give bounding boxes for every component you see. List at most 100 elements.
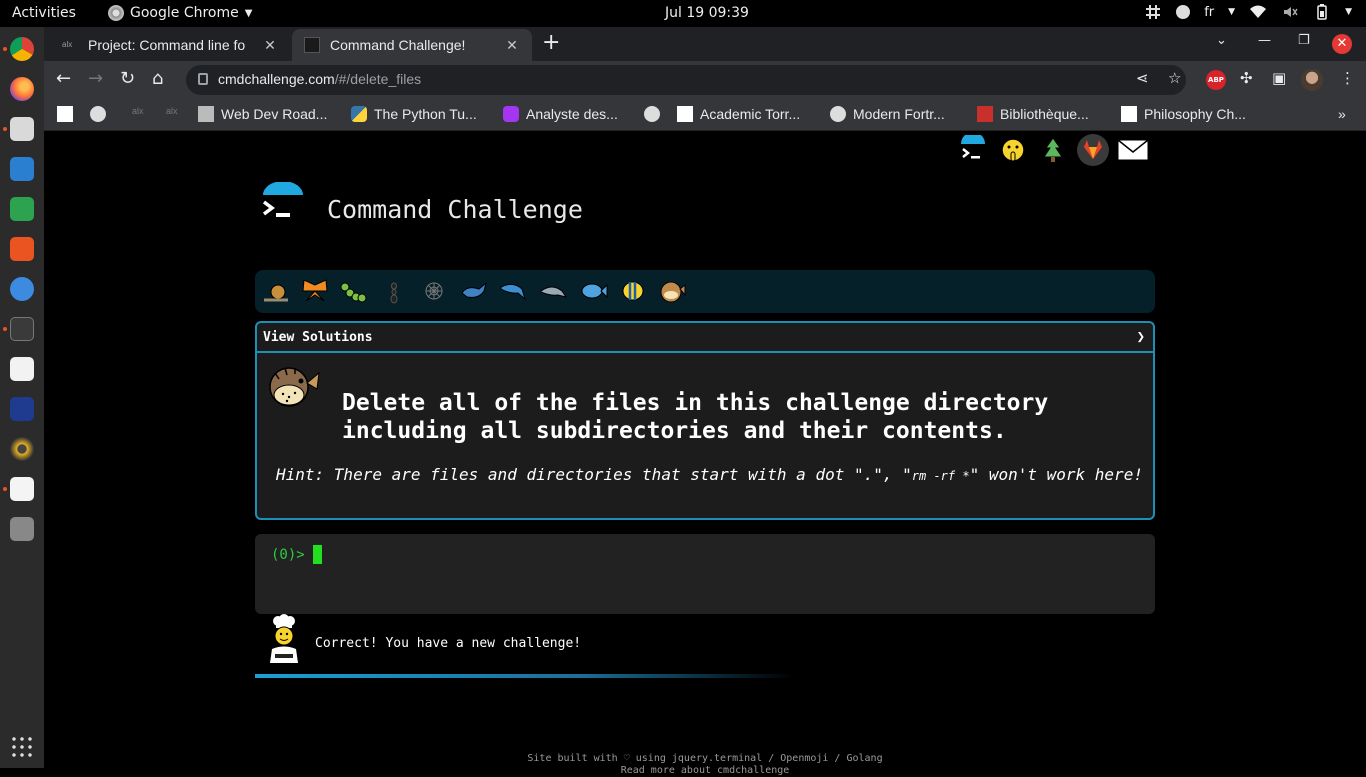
adblock-plus-icon[interactable]: ABP [1206,70,1226,90]
blowfish-icon [269,367,320,407]
bookmark-star-icon[interactable]: ☆ [1168,69,1181,87]
side-panel-icon[interactable]: ▣ [1272,69,1286,87]
url-text[interactable]: cmdchallenge.com/#/delete_files [218,71,421,87]
calc-dock-icon[interactable] [10,197,34,221]
new-tab-button[interactable]: + [542,32,560,54]
bookmark-globe[interactable] [644,106,660,122]
help-dock-icon[interactable] [10,277,34,301]
fish-icon[interactable] [578,277,608,305]
alx-shortcut-icon[interactable]: alx [132,106,144,116]
chevron-right-icon: ❯ [1136,329,1145,345]
volume-icon[interactable] [1281,4,1299,20]
challenge-line-1: Delete all of the files in this challeng… [342,390,1049,416]
footer-read-more-link[interactable]: Read more about cmdchallenge [44,765,1366,777]
files-dock-icon[interactable] [10,117,34,141]
torrent-icon [677,106,693,122]
forward-icon[interactable]: → [88,69,103,89]
bookmark-bibliotheque[interactable]: Bibliothèque... [977,106,1089,122]
minimize-icon[interactable]: — [1258,33,1271,48]
clock[interactable]: Jul 19 09:39 [665,5,749,21]
profile-avatar[interactable] [1301,69,1323,91]
menu-kebab-icon[interactable]: ⋮ [1340,69,1355,87]
page-content: Command Challenge View Solutions ❯ Delet… [44,132,1366,776]
home-icon[interactable]: ⌂ [152,69,163,89]
caterpillar-icon[interactable] [339,277,369,305]
footer-credits[interactable]: Site built with ♡ using jquery.terminal … [44,753,1366,765]
keyboard-layout[interactable]: fr [1204,5,1214,20]
globe-shortcut-icon[interactable] [90,106,106,122]
progress-bar [255,674,795,678]
activities-button[interactable]: Activities [12,5,76,21]
whale-icon[interactable] [459,277,489,305]
tab-title: Project: Command line fo [88,37,246,53]
battery-icon[interactable] [1313,4,1331,20]
butterfly-icon[interactable] [300,277,330,305]
close-icon[interactable]: ✕ [504,37,520,54]
terminal-link-icon[interactable] [957,134,989,166]
writer-dock-icon[interactable] [10,157,34,181]
snail-icon[interactable] [261,277,291,305]
tree-icon[interactable] [1037,134,1069,166]
show-apps-icon[interactable] [10,735,34,759]
close-icon[interactable]: ✕ [262,37,278,54]
bookmark-academic-torrents[interactable]: Academic Torr... [677,106,800,122]
address-bar[interactable]: cmdchallenge.com/#/delete_files [186,65,1186,95]
terminal[interactable]: (0)> [255,534,1155,614]
site-title[interactable]: Command Challenge [327,195,583,224]
tab-search-icon[interactable]: ⌄ [1216,33,1227,48]
mail-icon[interactable] [1117,134,1149,166]
tropical-fish-icon[interactable] [618,277,648,305]
wifi-icon[interactable] [1249,4,1267,20]
shushing-face-icon[interactable] [997,134,1029,166]
tab-strip: alx Project: Command line fo ✕ Command C… [44,27,1366,61]
blowfish-icon[interactable] [657,277,687,305]
app-menu-label: Google Chrome [130,5,239,21]
spider-web-icon[interactable] [419,277,449,305]
terminal-dock-icon[interactable] [10,317,34,341]
ant-icon[interactable] [379,277,409,305]
bookmark-web-dev[interactable]: Web Dev Road... [198,106,327,122]
level-progress-bar [255,270,1155,313]
lock-icon[interactable] [198,73,208,85]
reload-icon[interactable]: ↻ [120,69,135,89]
browser-window: alx Project: Command line fo ✕ Command C… [44,27,1366,776]
rhythmbox-dock-icon[interactable] [10,437,34,461]
system-tray[interactable]: fr ▼ ▼ [1144,4,1352,20]
text-editor-dock-icon[interactable] [10,357,34,381]
view-solutions-label: View Solutions [263,330,373,345]
dolphin-grey-icon[interactable] [538,277,568,305]
tab-project[interactable]: alx Project: Command line fo ✕ [50,29,290,61]
app-menu[interactable]: Google Chrome ▼ [108,5,252,21]
dolphin-blue-icon[interactable] [498,277,528,305]
tab-command-challenge[interactable]: Command Challenge! ✕ [292,29,532,61]
footer: Site built with ♡ using jquery.terminal … [44,753,1366,777]
chrome-app-icon [108,5,124,21]
bookmark-philosophy[interactable]: Philosophy Ch... [1121,106,1246,122]
notification-icon[interactable] [1176,5,1191,19]
bookmark-analyste[interactable]: Analyste des... [503,106,618,122]
wyt-dock-icon[interactable] [10,397,34,421]
slack-icon[interactable] [1144,4,1162,20]
back-icon[interactable]: ← [56,69,71,89]
apps-shortcut-icon[interactable] [57,106,73,122]
terminal-cursor[interactable] [313,545,322,564]
gitlab-icon[interactable] [1077,134,1109,166]
view-solutions-toggle[interactable]: View Solutions ❯ [257,323,1153,353]
command-challenge-logo[interactable] [260,182,306,226]
alx-shortcut-icon-2[interactable]: alx [166,106,178,116]
window-close-icon[interactable]: ✕ [1332,34,1352,54]
challenge-description: Delete all of the files in this challeng… [342,389,1048,445]
disk-dock-icon[interactable] [10,517,34,541]
bookmark-fortran[interactable]: Modern Fortr... [830,106,945,122]
chrome-dock-icon[interactable] [10,37,34,61]
software-dock-icon[interactable] [10,237,34,261]
bookmark-python[interactable]: The Python Tu... [351,106,477,122]
share-icon[interactable]: ⋖ [1136,69,1149,87]
more-bookmarks-icon[interactable]: » [1338,106,1346,122]
document-viewer-dock-icon[interactable] [10,477,34,501]
cook-icon [270,614,298,663]
extensions-puzzle-icon[interactable]: ✣ [1240,69,1253,87]
maximize-icon[interactable]: ❐ [1298,33,1310,48]
challenge-hint: Hint: There are files and directories th… [276,465,1143,484]
firefox-dock-icon[interactable] [10,77,34,101]
